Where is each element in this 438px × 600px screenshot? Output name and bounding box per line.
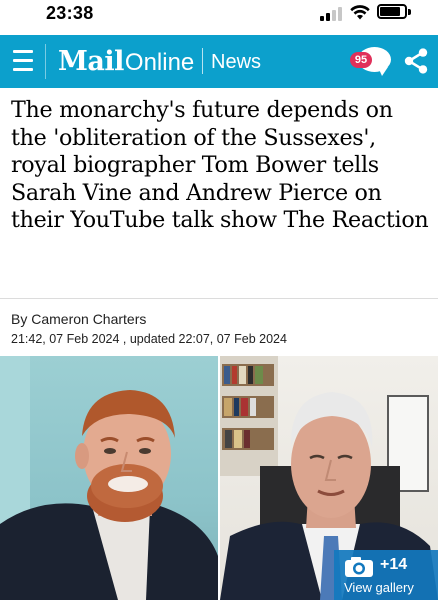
- wifi-icon: [350, 5, 370, 20]
- status-time: 23:38: [46, 3, 94, 23]
- article-image[interactable]: +14 View gallery: [0, 356, 438, 600]
- header-divider: [45, 44, 46, 79]
- photo-left: [0, 356, 218, 600]
- divider: [0, 298, 438, 299]
- section-label[interactable]: News: [211, 51, 261, 74]
- gallery-label: View gallery: [344, 580, 414, 595]
- comments-button[interactable]: 95: [350, 47, 392, 77]
- mailonline-logo[interactable]: MailOnline: [58, 46, 195, 77]
- gallery-count: +14: [380, 556, 408, 573]
- status-bar: 23:38: [0, 0, 438, 32]
- camera-icon: [345, 557, 373, 577]
- logo-online: Online: [124, 49, 195, 76]
- hamburger-icon[interactable]: [13, 50, 33, 72]
- cellular-signal-icon: [320, 7, 342, 21]
- portrait-left-illustration: [0, 356, 218, 600]
- share-icon[interactable]: [404, 48, 428, 74]
- article-headline: The monarchy's future depends on the 'ob…: [11, 97, 429, 233]
- battery-icon: [377, 4, 407, 19]
- article-dates: 21:42, 07 Feb 2024 , updated 22:07, 07 F…: [11, 332, 287, 346]
- view-gallery-button[interactable]: +14 View gallery: [334, 550, 438, 600]
- logo-section-divider: [202, 48, 203, 74]
- comment-count-badge: 95: [350, 52, 372, 68]
- comment-bubble-tail: [378, 67, 388, 76]
- app-header: MailOnline News 95: [0, 35, 438, 88]
- battery-tip: [408, 9, 411, 15]
- article-byline[interactable]: By Cameron Charters: [11, 311, 146, 327]
- logo-mail: Mail: [58, 46, 124, 77]
